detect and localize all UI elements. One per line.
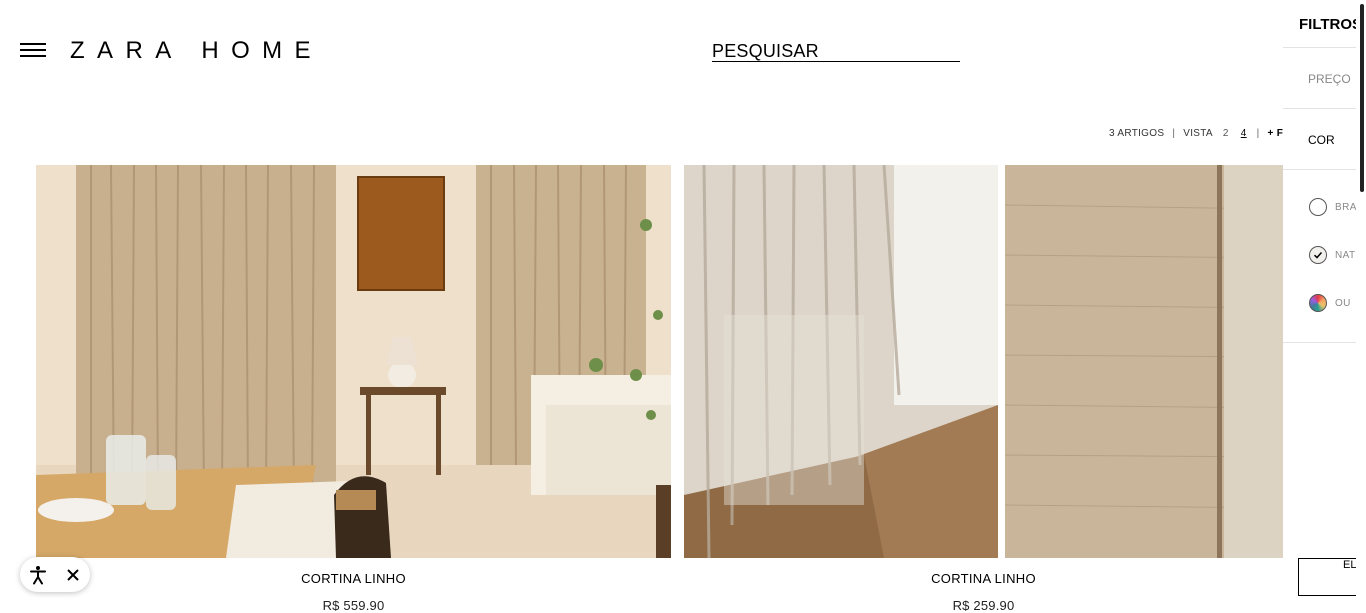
color-label: BRA — [1335, 201, 1356, 213]
color-option-white[interactable]: BRA — [1309, 198, 1356, 216]
filter-section-color[interactable]: COR — [1308, 133, 1335, 147]
search-label: PESQUISAR — [712, 41, 819, 61]
scrollbar-thumb[interactable] — [1360, 4, 1364, 192]
divider — [1283, 108, 1356, 109]
results-count: 3 ARTIGOS — [1109, 128, 1165, 139]
view-label: VISTA — [1183, 128, 1213, 139]
product-price: R$ 559.90 — [322, 598, 385, 613]
view-option-4[interactable]: 4 — [1239, 128, 1249, 139]
accessibility-widget[interactable] — [20, 557, 90, 592]
search-input[interactable]: PESQUISAR — [712, 41, 960, 62]
product-image[interactable] — [36, 165, 671, 558]
view-option-2[interactable]: 2 — [1221, 128, 1231, 139]
divider — [1283, 47, 1356, 48]
scrollbar[interactable] — [1358, 0, 1366, 612]
color-option-other[interactable]: OU — [1309, 294, 1351, 312]
product-name[interactable]: CORTINA LINHO — [36, 571, 671, 586]
filters-panel: FILTROS PREÇO COR BRA NAT OU EL — [1283, 0, 1356, 612]
product-name[interactable]: CORTINA LINHO — [684, 571, 1283, 586]
results-toolbar: 3 ARTIGOS | VISTA 2 4 | + FILT — [1109, 128, 1298, 139]
color-option-natural[interactable]: NAT — [1309, 246, 1355, 264]
color-swatch — [1309, 198, 1327, 216]
close-icon[interactable] — [62, 564, 84, 586]
divider — [1283, 169, 1356, 170]
filters-title: FILTROS — [1299, 16, 1356, 33]
color-label: OU — [1335, 297, 1351, 309]
checkmark-icon — [1313, 251, 1323, 259]
toolbar-separator: | — [1172, 128, 1176, 139]
product-price: R$ 259.90 — [952, 598, 1015, 613]
apply-filters-button[interactable]: EL — [1298, 558, 1356, 596]
filter-section-price[interactable]: PREÇO — [1308, 72, 1351, 86]
divider — [1283, 342, 1356, 343]
color-swatch — [1309, 294, 1327, 312]
product-card[interactable]: CORTINA LINHO R$ 259.90 — [684, 165, 1283, 613]
hamburger-menu-icon[interactable] — [20, 43, 46, 59]
product-card[interactable]: CORTINA LINHO R$ 559.90 — [36, 165, 671, 613]
color-label: NAT — [1335, 249, 1356, 261]
toolbar-separator: | — [1256, 128, 1260, 139]
apply-filters-label: EL — [1343, 559, 1356, 571]
color-swatch — [1309, 246, 1327, 264]
logo[interactable]: ZARA HOME — [70, 37, 323, 65]
product-image[interactable] — [684, 165, 1283, 558]
accessibility-icon[interactable] — [27, 564, 49, 586]
